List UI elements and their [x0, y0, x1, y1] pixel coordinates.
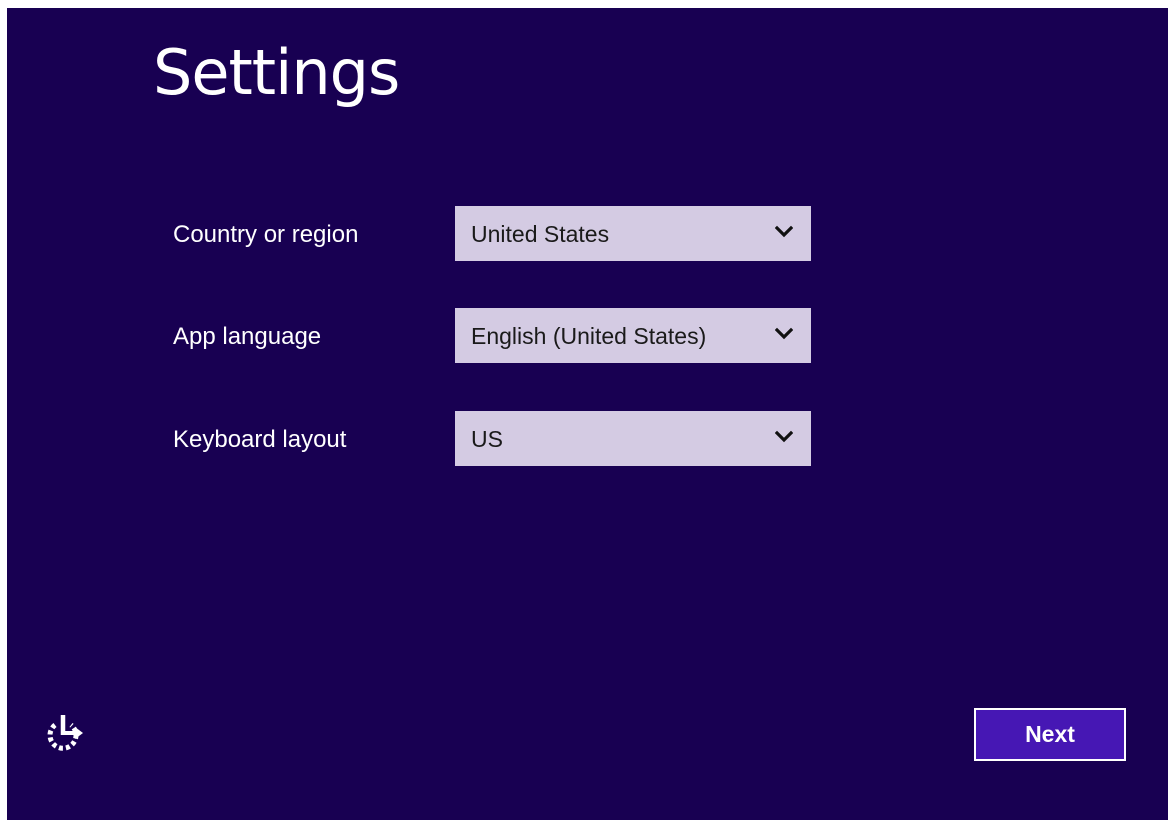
ease-of-access-icon[interactable]: [41, 712, 85, 756]
country-row: Country or region United States: [173, 206, 873, 261]
keyboard-layout-value: US: [471, 426, 503, 452]
app-language-value: English (United States): [471, 323, 707, 349]
app-language-label: App language: [173, 323, 322, 350]
app-language-row: App language English (United States): [173, 308, 873, 363]
chevron-down-icon: [775, 225, 793, 238]
country-dropdown[interactable]: United States: [455, 206, 811, 261]
country-value: United States: [471, 221, 610, 247]
keyboard-layout-row: Keyboard layout US: [173, 411, 873, 466]
country-label: Country or region: [173, 221, 359, 248]
app-language-dropdown[interactable]: English (United States): [455, 308, 811, 363]
next-button[interactable]: Next: [974, 708, 1126, 761]
chevron-down-icon: [775, 430, 793, 443]
keyboard-layout-label: Keyboard layout: [173, 426, 347, 453]
setup-screen: Settings Country or region United States…: [7, 8, 1168, 820]
settings-form: Country or region United States App lang…: [7, 8, 1168, 820]
keyboard-layout-dropdown[interactable]: US: [455, 411, 811, 466]
chevron-down-icon: [775, 327, 793, 340]
